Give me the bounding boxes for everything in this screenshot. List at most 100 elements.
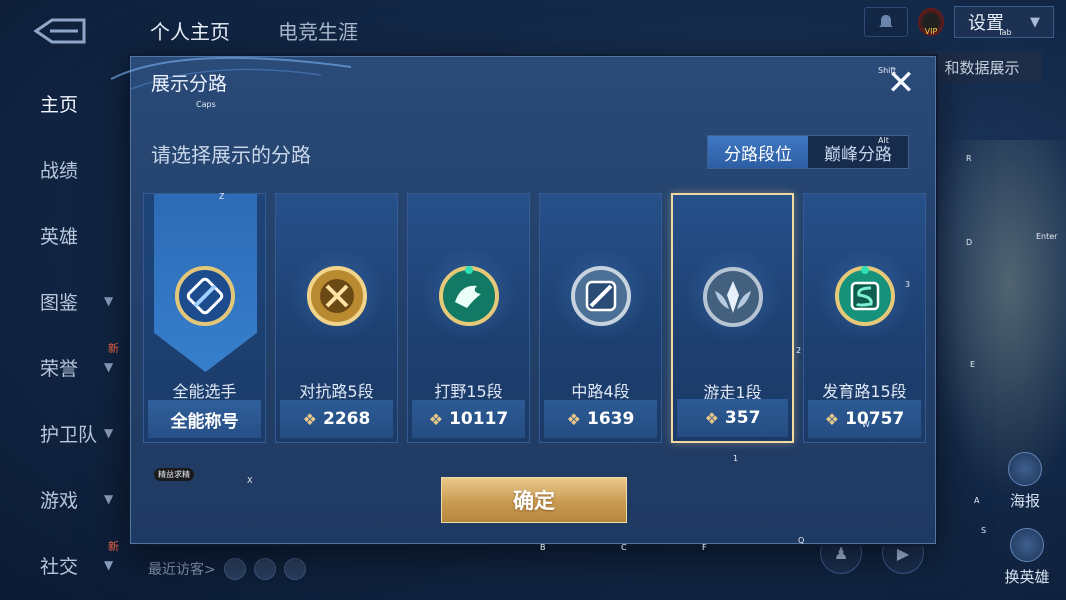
poster-label: 海报 xyxy=(1009,492,1040,510)
clash-lane-badge-icon xyxy=(306,266,367,326)
lane-card-stat-value: 10117 xyxy=(449,409,509,429)
key-hint: 精益求精 xyxy=(154,468,194,481)
key-hint: Q xyxy=(798,536,805,545)
lane-card-stat-value: 2268 xyxy=(323,409,371,429)
key-hint: D xyxy=(966,238,973,247)
key-hint: Caps xyxy=(196,100,216,109)
lane-card-name: 全能选手 xyxy=(172,382,237,401)
hero-artwork xyxy=(926,140,1066,500)
nav-item-heroes[interactable]: 英雄 xyxy=(0,202,130,268)
rank-points-icon: ❖ xyxy=(704,408,719,428)
lane-card-all-rounder[interactable]: 全能选手 全能称号 xyxy=(143,193,266,443)
key-hint: F xyxy=(702,543,707,552)
key-hint: X xyxy=(247,476,253,485)
lane-card-name: 对抗路5段 xyxy=(299,382,374,401)
lane-card-mid-lane[interactable]: 中路4段 ❖ 1639 xyxy=(539,193,662,443)
nav-item-record[interactable]: 战绩 xyxy=(0,136,130,202)
data-display-label: 和数据展示 xyxy=(922,52,1042,82)
dialog-subtitle: 请选择展示的分路 xyxy=(151,143,311,167)
lane-card-stat: ❖ 10757 xyxy=(808,400,921,438)
nav-label: 战绩 xyxy=(40,159,79,182)
rank-points-icon: ❖ xyxy=(824,409,840,429)
nav-label: 护卫队 xyxy=(40,423,98,446)
vip-block[interactable]: VIP xyxy=(918,8,944,36)
key-hint: Tab xyxy=(998,28,1012,37)
chevron-down-icon: ▼ xyxy=(104,492,114,506)
nav-label: 荣誉 xyxy=(40,357,79,380)
key-hint: Shift xyxy=(878,66,897,75)
vip-badge: VIP xyxy=(918,8,944,36)
lane-card-stat-value: 10757 xyxy=(845,409,905,429)
visitor-avatar[interactable] xyxy=(223,558,246,580)
nav-item-game[interactable]: 游戏 ▼ xyxy=(0,466,130,532)
swap-hero-label: 换英雄 xyxy=(1004,568,1050,586)
key-hint: B xyxy=(540,543,546,552)
chevron-down-icon: ▼ xyxy=(104,294,114,308)
lane-card-stat: ❖ 2268 xyxy=(280,400,393,438)
title-swoosh-decoration xyxy=(110,56,352,90)
lane-cards: 全能选手 全能称号 对抗路5段 ❖ 2268 打野15段 ❖ 10117 中路4… xyxy=(143,193,926,443)
recent-visitors-label: 最近访客> xyxy=(148,562,216,578)
key-hint: Enter xyxy=(1036,232,1058,241)
recent-visitors[interactable]: 最近访客> xyxy=(148,558,306,580)
visitor-avatar[interactable] xyxy=(253,558,276,580)
confirm-button[interactable]: 确定 xyxy=(441,477,627,523)
visitor-avatar[interactable] xyxy=(283,558,306,580)
nav-item-guard[interactable]: 护卫队 ▼ xyxy=(0,400,130,466)
rank-points-icon: ❖ xyxy=(302,409,317,429)
new-badge: 新 xyxy=(108,540,119,553)
key-hint: 3 xyxy=(905,280,911,289)
poster-button[interactable]: 海报 xyxy=(1000,452,1050,511)
lane-card-stat: 全能称号 xyxy=(148,400,261,438)
all-rounder-badge-icon xyxy=(174,266,235,326)
key-hint: Alt xyxy=(878,136,889,145)
segment-lane-rank[interactable]: 分路段位 xyxy=(708,136,808,168)
nav-label: 社交 xyxy=(40,555,79,578)
lane-card-stat: ❖ 10117 xyxy=(412,400,525,438)
lane-card-farm-lane[interactable]: 发育路15段 ❖ 10757 xyxy=(803,193,926,443)
lane-card-stat: ❖ 357 xyxy=(677,399,788,437)
farm-lane-badge-icon xyxy=(834,266,895,326)
nav-item-honor[interactable]: 荣誉 新 ▼ xyxy=(0,334,130,400)
segment-peak-lane[interactable]: 巅峰分路 xyxy=(808,136,908,168)
nav-item-collection[interactable]: 图鉴 ▼ xyxy=(0,268,130,334)
key-hint: R xyxy=(966,154,972,163)
lane-card-clash-lane[interactable]: 对抗路5段 ❖ 2268 xyxy=(275,193,398,443)
key-hint: Z xyxy=(219,192,225,201)
back-button[interactable] xyxy=(30,16,90,46)
key-hint: E xyxy=(970,360,976,369)
lane-card-stat-value: 357 xyxy=(724,408,761,428)
back-arrow-icon xyxy=(33,18,86,44)
key-hint: S xyxy=(981,526,987,535)
chevron-down-icon: ▼ xyxy=(104,426,114,440)
nav-label: 英雄 xyxy=(40,225,79,248)
jungle-badge-icon xyxy=(438,266,499,326)
mid-lane-badge-icon xyxy=(570,266,631,326)
key-hint: 2 xyxy=(796,346,802,355)
lane-card-roam[interactable]: 游走1段 ❖ 357 xyxy=(671,193,794,443)
tab-profile[interactable]: 个人主页 xyxy=(150,16,230,45)
dialog-title: 展示分路 xyxy=(151,73,228,95)
swap-hero-button[interactable]: 换英雄 xyxy=(998,528,1056,587)
lane-card-name: 发育路15段 xyxy=(822,382,907,401)
left-nav: 主页 战绩 英雄 图鉴 ▼ 荣誉新 ▼ 护卫队 ▼ 游戏 ▼ 社交 新 ▼ xyxy=(0,70,130,598)
lane-card-stat-value: 1639 xyxy=(587,409,635,429)
poster-icon xyxy=(1008,452,1042,486)
bell-icon xyxy=(879,15,893,27)
nav-label: 主页 xyxy=(40,93,79,116)
rank-points-icon: ❖ xyxy=(566,409,581,429)
notification-button[interactable] xyxy=(864,7,908,37)
roam-badge-icon xyxy=(702,267,763,327)
lane-card-stat-value: 全能称号 xyxy=(170,411,239,432)
lane-card-name: 中路4段 xyxy=(571,382,630,401)
top-right-bar: VIP 设置 ▼ xyxy=(864,6,1054,38)
lane-card-name: 打野15段 xyxy=(434,382,503,401)
nav-item-social[interactable]: 社交 新 ▼ xyxy=(0,532,130,598)
key-hint: C xyxy=(621,543,627,552)
tab-esports-career[interactable]: 电竞生涯 xyxy=(278,16,358,45)
play-icon: ▶ xyxy=(896,543,910,563)
chevron-down-icon: ▼ xyxy=(104,558,114,572)
nav-label: 图鉴 xyxy=(40,291,79,314)
person-icon: ♟ xyxy=(833,543,849,563)
lane-card-jungle[interactable]: 打野15段 ❖ 10117 xyxy=(407,193,530,443)
